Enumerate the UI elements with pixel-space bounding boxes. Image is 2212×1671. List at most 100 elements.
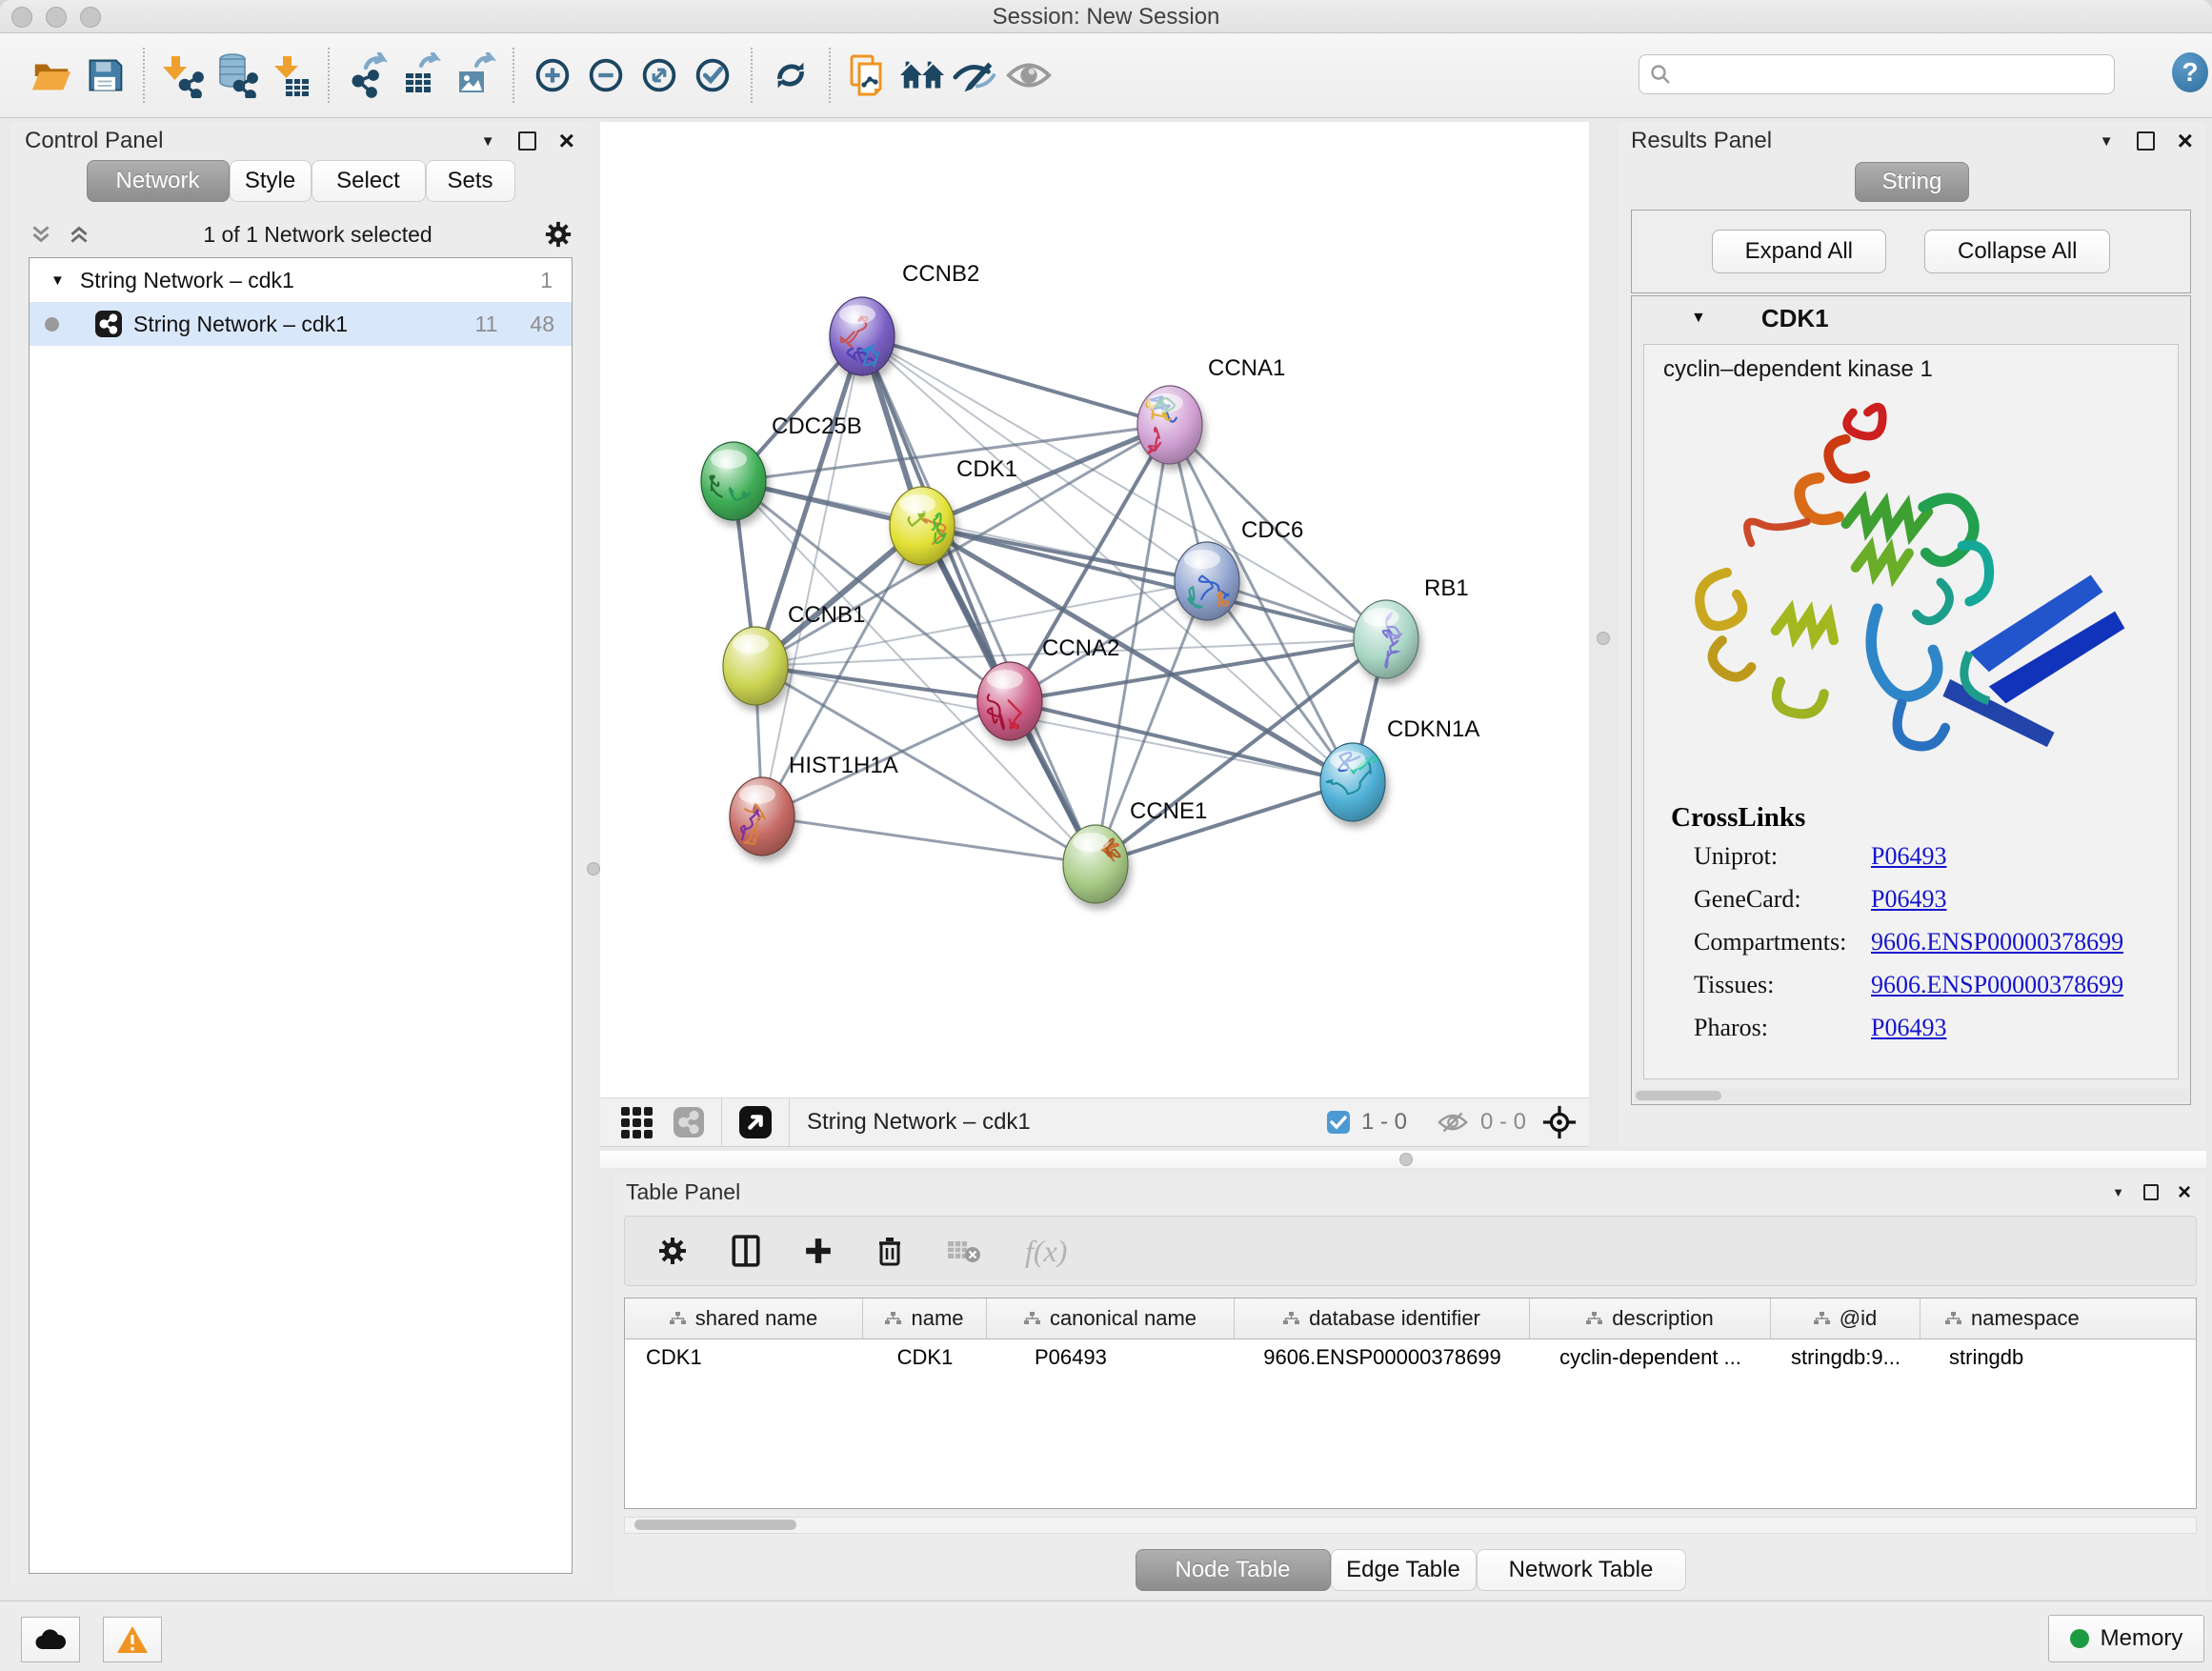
zoom-in-icon	[531, 53, 574, 97]
table-hscrollbar[interactable]	[624, 1517, 2197, 1534]
splitter-handle[interactable]	[1399, 1153, 1413, 1166]
results-scrollbar[interactable]	[1634, 1089, 2188, 1102]
tab-network-table[interactable]: Network Table	[1477, 1549, 1686, 1591]
hidden-eye-icon[interactable]	[1437, 1110, 1469, 1135]
network-node-CCNB2[interactable]: CCNB2	[830, 261, 979, 375]
table-panel: Table Panel ▼ ×	[614, 1174, 2206, 1597]
column-label: namespace	[1971, 1306, 2080, 1331]
zoom-fit-button[interactable]	[633, 47, 686, 104]
selected-checkbox-icon[interactable]	[1327, 1111, 1350, 1134]
add-column-icon[interactable]	[732, 1235, 760, 1267]
left-divider-handle[interactable]	[587, 862, 600, 876]
tab-edge-table[interactable]: Edge Table	[1331, 1549, 1477, 1591]
import-network-database-button[interactable]	[210, 47, 263, 104]
network-node-CDKN1A[interactable]: CDKN1A	[1320, 716, 1479, 821]
tab-style[interactable]: Style	[230, 160, 312, 202]
string-protein-query-button[interactable]	[842, 47, 895, 104]
search-input[interactable]	[1672, 61, 2104, 88]
column-header[interactable]: description	[1530, 1299, 1771, 1339]
save-session-button[interactable]	[78, 47, 131, 104]
network-row[interactable]: String Network – cdk1 11 48	[30, 302, 572, 346]
column-header[interactable]: name	[863, 1299, 987, 1339]
panel-float-icon[interactable]: ▼	[2100, 133, 2114, 150]
toolbar-separator	[143, 48, 145, 103]
zoom-in-button[interactable]	[526, 47, 579, 104]
panel-float-icon[interactable]: ▼	[481, 133, 495, 150]
network-graph[interactable]: CCNB2CCNA1CDC25BCDK1CDC6RB1CCNB1CCNA2CDK…	[600, 122, 1589, 1097]
column-header[interactable]: namespace	[1920, 1299, 2197, 1339]
expand-all-icon[interactable]	[67, 222, 91, 247]
grid-view-icon[interactable]	[621, 1107, 653, 1138]
zoom-selected-button[interactable]	[686, 47, 739, 104]
delete-icon[interactable]	[876, 1236, 903, 1266]
network-collection-row[interactable]: ▼ String Network – cdk1 1	[30, 258, 572, 302]
show-hide-panels-button[interactable]	[1002, 47, 1056, 104]
open-session-button[interactable]	[25, 47, 78, 104]
import-table-button[interactable]	[263, 47, 316, 104]
column-header[interactable]: database identifier	[1235, 1299, 1530, 1339]
crosslink-link[interactable]: 9606.ENSP00000378699	[1871, 928, 2123, 956]
panel-undock-icon[interactable]	[2137, 131, 2155, 151]
tree-expander-icon[interactable]: ▼	[50, 272, 65, 289]
apply-layout-button[interactable]	[764, 47, 817, 104]
panel-undock-icon[interactable]	[518, 131, 536, 151]
gear-icon[interactable]	[544, 220, 573, 249]
cloud-status-button[interactable]	[21, 1617, 80, 1662]
export-table-button[interactable]	[394, 47, 448, 104]
node-label-CCNE1: CCNE1	[1130, 798, 1207, 824]
crosslink-link[interactable]: P06493	[1871, 885, 1946, 914]
tab-network[interactable]: Network	[87, 160, 230, 202]
warnings-button[interactable]	[103, 1617, 162, 1662]
hide-unhide-button[interactable]	[949, 47, 1002, 104]
zoom-out-button[interactable]	[579, 47, 633, 104]
table-row[interactable]: CDK1 CDK1 P06493 9606.ENSP00000378699 cy…	[625, 1339, 2196, 1376]
tab-select[interactable]: Select	[312, 160, 426, 202]
entry-expander-icon[interactable]: ▼	[1691, 310, 1706, 327]
network-view[interactable]: CCNB2CCNA1CDC25BCDK1CDC6RB1CCNB1CCNA2CDK…	[600, 122, 1589, 1097]
network-node-HIST1H1A[interactable]: HIST1H1A	[730, 753, 898, 856]
panel-close-icon[interactable]: ×	[2178, 1185, 2191, 1200]
network-node-CCNA1[interactable]: CCNA1	[1137, 355, 1285, 464]
tab-node-table[interactable]: Node Table	[1136, 1549, 1331, 1591]
detach-view-icon[interactable]	[739, 1106, 772, 1138]
memory-button[interactable]: Memory	[2048, 1615, 2204, 1662]
export-network-button[interactable]	[341, 47, 394, 104]
string-view-icon[interactable]	[674, 1107, 704, 1137]
table-gear-icon[interactable]	[657, 1236, 688, 1266]
cell-shared-name: CDK1	[625, 1345, 863, 1370]
panel-undock-icon[interactable]	[2143, 1184, 2159, 1200]
node-count: 11	[475, 312, 498, 337]
add-row-icon[interactable]	[804, 1237, 833, 1265]
toolbar-separator	[328, 48, 330, 103]
search-icon	[1649, 63, 1672, 86]
eye-icon	[1005, 56, 1053, 94]
function-builder-icon[interactable]: f(x)	[1025, 1234, 1067, 1269]
main-toolbar: ?	[0, 33, 2212, 118]
collapse-all-button[interactable]: Collapse All	[1924, 230, 2110, 273]
tab-sets[interactable]: Sets	[426, 160, 515, 202]
home-networks-button[interactable]	[895, 47, 949, 104]
import-network-file-button[interactable]	[156, 47, 210, 104]
expand-all-button[interactable]: Expand All	[1712, 230, 1886, 273]
help-button[interactable]: ?	[2172, 52, 2208, 92]
clear-table-icon[interactable]	[947, 1238, 981, 1263]
export-network-icon	[345, 52, 391, 98]
tab-string[interactable]: String	[1855, 162, 1969, 202]
panel-close-icon[interactable]: ×	[559, 133, 574, 149]
network-node-RB1[interactable]: RB1	[1354, 575, 1469, 678]
collapse-all-icon[interactable]	[29, 222, 53, 247]
panel-float-icon[interactable]: ▼	[2112, 1185, 2124, 1199]
panel-close-icon[interactable]: ×	[2178, 133, 2193, 149]
export-image-button[interactable]	[448, 47, 501, 104]
right-divider-handle[interactable]	[1597, 632, 1610, 645]
network-selection-status: 1 of 1 Network selected	[91, 222, 544, 248]
column-header[interactable]: shared name	[625, 1299, 863, 1339]
crosslink-link[interactable]: P06493	[1871, 842, 1946, 871]
birdseye-icon[interactable]	[1541, 1104, 1578, 1140]
column-header[interactable]: canonical name	[987, 1299, 1235, 1339]
column-header[interactable]: @id	[1771, 1299, 1920, 1339]
crosslink-link[interactable]: P06493	[1871, 1014, 1946, 1042]
protein-structure-image	[1661, 391, 2176, 791]
export-table-icon	[398, 52, 444, 98]
crosslink-link[interactable]: 9606.ENSP00000378699	[1871, 971, 2123, 999]
